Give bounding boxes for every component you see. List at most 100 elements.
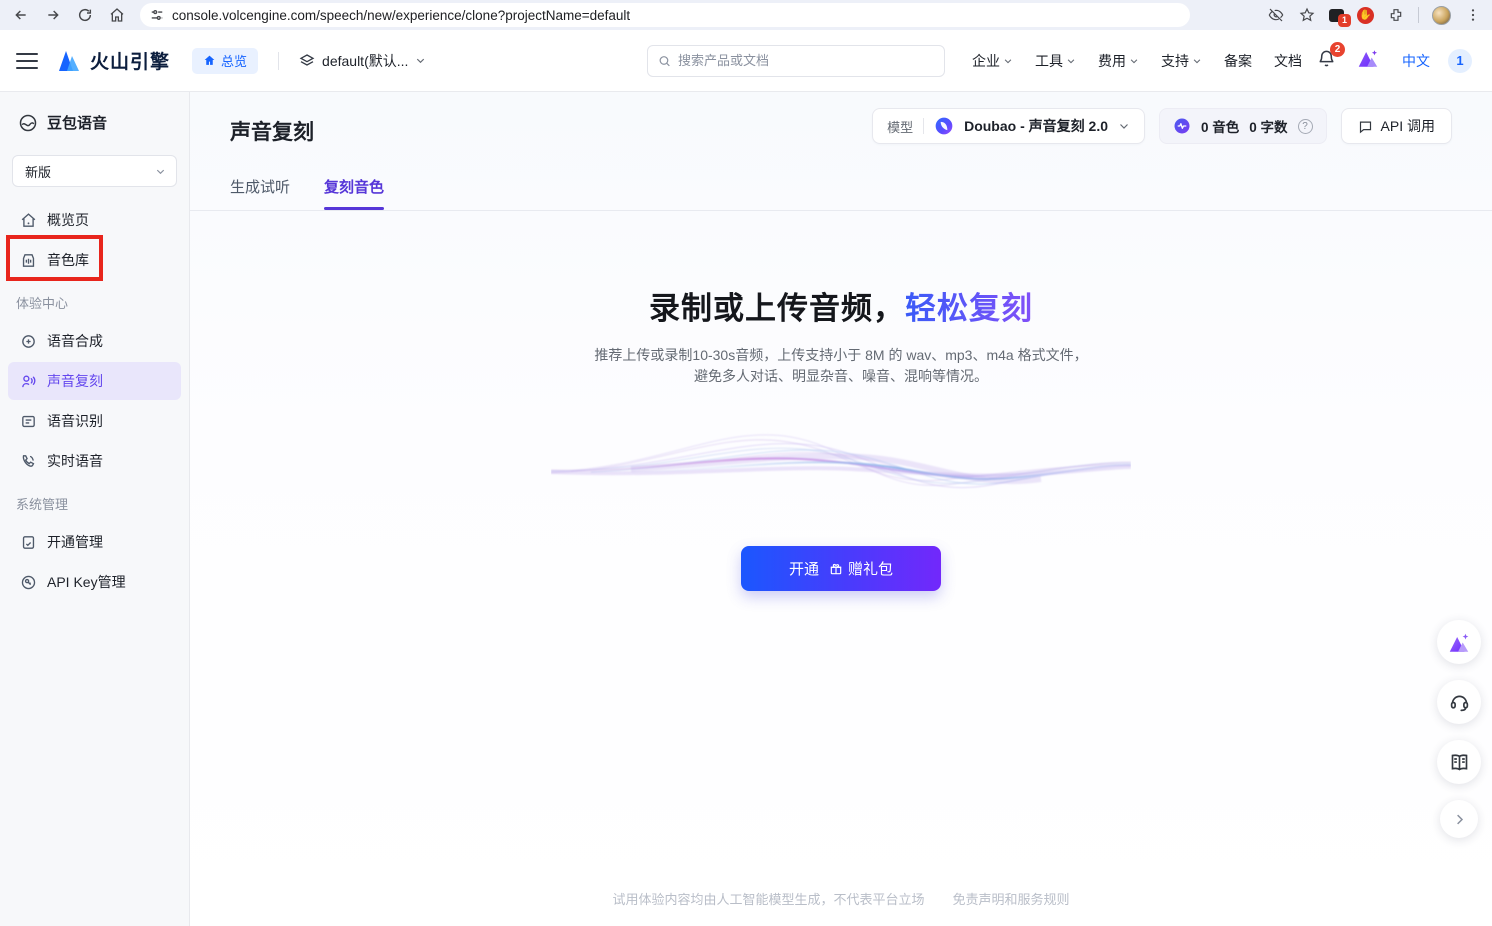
volcengine-logo[interactable]: 火山引擎 bbox=[56, 47, 170, 74]
activation-icon bbox=[20, 534, 37, 551]
address-bar[interactable]: console.volcengine.com/speech/new/experi… bbox=[140, 3, 1190, 27]
version-selector[interactable]: 新版 bbox=[12, 155, 177, 187]
sidebar: 豆包语音 新版 概览页 音色库 体验中心 语音合成 声音复刻 语音识别 实时语音… bbox=[0, 92, 190, 926]
nav-link-docs[interactable]: 文档 bbox=[1265, 45, 1311, 77]
user-avatar[interactable]: 1 bbox=[1448, 49, 1472, 73]
model-label: 模型 bbox=[887, 117, 913, 136]
hide-eye-icon[interactable] bbox=[1267, 6, 1285, 24]
quota-icon bbox=[1173, 117, 1191, 135]
sidebar-item-api-key[interactable]: API Key管理 bbox=[8, 563, 181, 601]
adblock-extension-icon[interactable]: ✋ bbox=[1357, 7, 1374, 24]
extensions-puzzle-icon[interactable] bbox=[1387, 6, 1405, 24]
footer-disclaimer: 试用体验内容均由人工智能模型生成，不代表平台立场 bbox=[612, 889, 924, 908]
asr-icon bbox=[20, 413, 37, 430]
sidebar-item-tts[interactable]: 语音合成 bbox=[8, 322, 181, 360]
tab-clone-voice[interactable]: 复刻音色 bbox=[324, 176, 384, 210]
gift-icon bbox=[829, 562, 843, 576]
nav-menu-support[interactable]: 支持 bbox=[1152, 45, 1211, 77]
sidebar-item-asr[interactable]: 语音识别 bbox=[8, 402, 181, 440]
notification-bell-icon[interactable]: 2 bbox=[1317, 49, 1336, 73]
sidebar-section-experience: 体验中心 bbox=[0, 281, 189, 320]
help-icon[interactable]: ? bbox=[1298, 119, 1313, 134]
version-value: 新版 bbox=[25, 162, 51, 181]
sidebar-item-label: 开通管理 bbox=[47, 532, 103, 552]
collapse-toolbar-button[interactable] bbox=[1440, 800, 1478, 838]
menu-label: 企业 bbox=[972, 51, 1000, 71]
gift-pack-label: 赠礼包 bbox=[848, 558, 893, 579]
browser-reload-icon[interactable] bbox=[76, 6, 94, 24]
bookmark-star-icon[interactable] bbox=[1298, 6, 1316, 24]
quota-stats[interactable]: 0 音色 0 字数 ? bbox=[1159, 108, 1327, 144]
main-content: 声音复刻 模型 Doubao - 声音复刻 2.0 0 音色 bbox=[190, 92, 1492, 926]
sidebar-extension-icon[interactable]: 1 bbox=[1329, 9, 1344, 22]
divider bbox=[190, 210, 1492, 211]
site-info-icon[interactable] bbox=[150, 8, 164, 22]
hero-heading: 录制或上传音频，轻松复刻 bbox=[190, 283, 1492, 328]
language-switcher[interactable]: 中文 bbox=[1402, 51, 1430, 71]
sidebar-item-voice-clone[interactable]: 声音复刻 bbox=[8, 362, 181, 400]
headset-icon bbox=[1449, 692, 1470, 713]
browser-forward-icon[interactable] bbox=[44, 6, 62, 24]
char-count: 0 字数 bbox=[1249, 116, 1287, 136]
sidebar-item-realtime-voice[interactable]: 实时语音 bbox=[8, 442, 181, 480]
nav-menu-billing[interactable]: 费用 bbox=[1089, 45, 1148, 77]
nav-menu-enterprise[interactable]: 企业 bbox=[963, 45, 1022, 77]
nav-link-beian[interactable]: 备案 bbox=[1215, 45, 1261, 77]
sidebar-item-label: 语音识别 bbox=[47, 411, 103, 431]
url-text[interactable]: console.volcengine.com/speech/new/experi… bbox=[172, 8, 630, 23]
page-footer: 试用体验内容均由人工智能模型生成，不代表平台立场 免责声明和服务规则 bbox=[190, 889, 1492, 908]
nav-menu-tools[interactable]: 工具 bbox=[1026, 45, 1085, 77]
divider bbox=[923, 118, 924, 134]
ai-assistant-icon[interactable] bbox=[1356, 48, 1380, 74]
sidebar-item-voice-library[interactable]: 音色库 bbox=[8, 241, 181, 279]
home-outline-icon bbox=[20, 212, 37, 229]
layers-icon bbox=[299, 53, 315, 69]
hero-description: 推荐上传或录制10-30s音频，上传支持小于 8M 的 wav、mp3、m4a … bbox=[190, 345, 1492, 387]
voice-clone-icon bbox=[20, 373, 37, 390]
customer-support-button[interactable] bbox=[1437, 680, 1481, 724]
api-call-button[interactable]: API 调用 bbox=[1341, 108, 1452, 144]
browser-profile-avatar[interactable] bbox=[1432, 6, 1451, 25]
hero-heading-accent: 轻松复刻 bbox=[905, 291, 1033, 326]
hero-heading-main: 录制或上传音频， bbox=[649, 291, 905, 326]
ai-assistant-float-button[interactable] bbox=[1437, 620, 1481, 664]
product-name: 豆包语音 bbox=[47, 112, 107, 133]
model-value: Doubao - 声音复刻 2.0 bbox=[964, 116, 1108, 136]
activate-button[interactable]: 开通 赠礼包 bbox=[741, 546, 941, 591]
chevron-down-icon bbox=[155, 166, 166, 177]
browser-home-icon[interactable] bbox=[108, 6, 126, 24]
notification-count-badge: 2 bbox=[1330, 42, 1345, 57]
hero-desc-line2: 避免多人对话、明显杂音、噪音、混响等情况。 bbox=[190, 366, 1492, 387]
chevron-down-icon bbox=[1003, 56, 1013, 66]
model-selector[interactable]: 模型 Doubao - 声音复刻 2.0 bbox=[872, 108, 1145, 144]
overview-label: 总览 bbox=[221, 51, 247, 70]
project-selector[interactable]: default(默认... bbox=[299, 51, 426, 71]
home-icon bbox=[203, 54, 216, 67]
global-search[interactable] bbox=[647, 45, 945, 77]
sidebar-item-label: 语音合成 bbox=[47, 331, 103, 351]
tab-generate-preview[interactable]: 生成试听 bbox=[230, 176, 290, 210]
hamburger-menu-icon[interactable] bbox=[16, 53, 38, 69]
hero-desc-line1: 推荐上传或录制10-30s音频，上传支持小于 8M 的 wav、mp3、m4a … bbox=[190, 345, 1492, 366]
sidebar-product-header[interactable]: 豆包语音 bbox=[0, 104, 189, 147]
open-book-icon bbox=[1449, 752, 1470, 773]
overview-badge[interactable]: 总览 bbox=[192, 48, 258, 74]
tab-bar: 生成试听 复刻音色 bbox=[230, 176, 1452, 210]
chevron-down-icon bbox=[1192, 56, 1202, 66]
footer-disclaimer-link[interactable]: 免责声明和服务规则 bbox=[953, 889, 1070, 908]
menu-label: 工具 bbox=[1035, 51, 1063, 71]
api-call-label: API 调用 bbox=[1381, 116, 1435, 136]
browser-back-icon[interactable] bbox=[12, 6, 30, 24]
search-input[interactable] bbox=[678, 53, 934, 68]
hero-section: 录制或上传音频，轻松复刻 推荐上传或录制10-30s音频，上传支持小于 8M 的… bbox=[190, 283, 1492, 591]
sidebar-item-overview[interactable]: 概览页 bbox=[8, 201, 181, 239]
extension-badge: 1 bbox=[1338, 14, 1351, 27]
browser-toolbar: console.volcengine.com/speech/new/experi… bbox=[0, 0, 1492, 30]
sidebar-item-activation[interactable]: 开通管理 bbox=[8, 523, 181, 561]
documentation-button[interactable] bbox=[1437, 740, 1481, 784]
ai-mountain-icon bbox=[1447, 632, 1471, 653]
console-top-nav: 火山引擎 总览 default(默认... 企业 工具 费用 支持 备案 文档 bbox=[0, 30, 1492, 92]
browser-menu-icon[interactable] bbox=[1464, 6, 1482, 24]
divider bbox=[1418, 7, 1419, 23]
chevron-down-icon bbox=[1118, 120, 1130, 132]
